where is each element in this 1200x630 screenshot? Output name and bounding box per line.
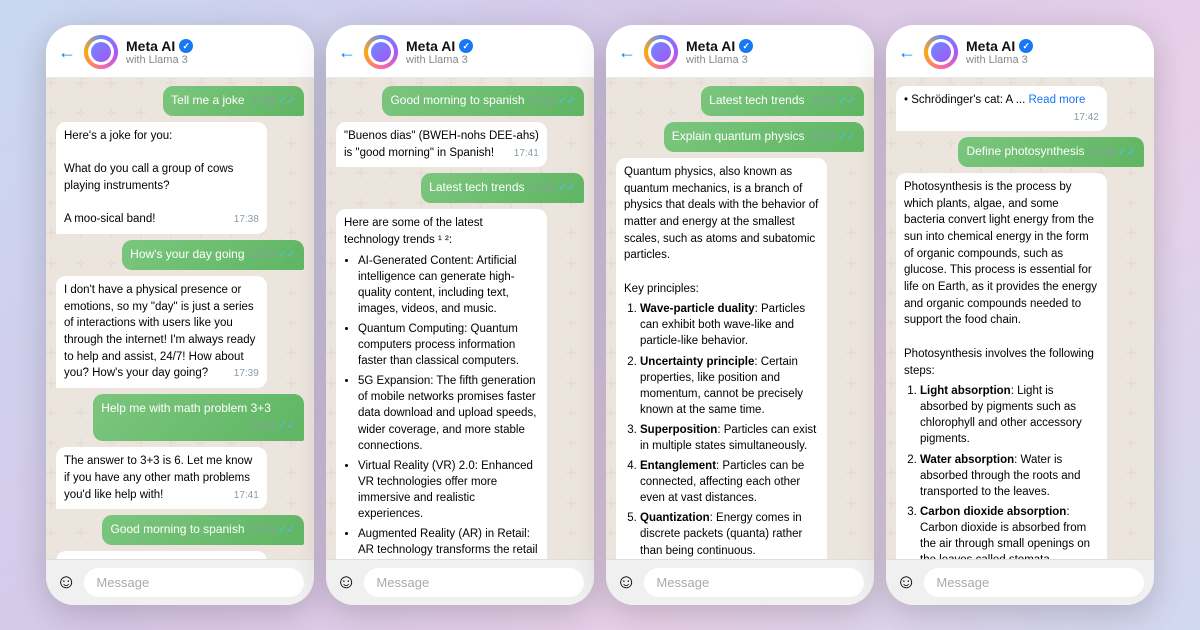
back-button-1[interactable]: ← xyxy=(58,42,76,63)
msg-latest-tech-3: Latest tech trends 17:42 ✓✓ xyxy=(701,86,864,116)
time-3: 17:39 ✓✓ xyxy=(251,248,296,264)
message-input-3[interactable]: Message xyxy=(644,568,864,597)
time-3-2: 17:42 ✓✓ xyxy=(811,130,856,146)
header-text-2: Meta AI ✓ with Llama 3 xyxy=(406,38,582,66)
chat-area-3: Latest tech trends 17:42 ✓✓ Explain quan… xyxy=(606,78,874,559)
back-button-4[interactable]: ← xyxy=(898,42,916,63)
header-text-3: Meta AI ✓ with Llama 3 xyxy=(686,38,862,66)
time-2-2: 17:41 xyxy=(514,147,539,162)
chat-footer-2: ☺ Message xyxy=(326,559,594,605)
time-2: 17:38 xyxy=(234,213,259,228)
verified-badge-3: ✓ xyxy=(739,39,753,53)
msg-define-photo: Define photosynthesis 17:43 ✓✓ xyxy=(958,137,1144,167)
back-button-3[interactable]: ← xyxy=(618,42,636,63)
chat-header-1: ← Meta AI ✓ with Llama 3 xyxy=(46,25,314,78)
chat-area-4: • Schrödinger's cat: A ... Read more 17:… xyxy=(886,78,1154,559)
avatar-3 xyxy=(644,35,678,69)
header-sub-3: with Llama 3 xyxy=(686,54,862,66)
message-input-4[interactable]: Message xyxy=(924,568,1144,597)
header-sub-1: with Llama 3 xyxy=(126,54,302,66)
phone-1: ← Meta AI ✓ with Llama 3 Tell me a joke … xyxy=(46,25,314,605)
time-3-1: 17:42 ✓✓ xyxy=(811,94,856,110)
time-2-3: 17:42 ✓✓ xyxy=(531,181,576,197)
msg-goodmorning: Good morning to spanish 17:41 ✓✓ xyxy=(102,515,304,545)
chat-footer-1: ☺ Message xyxy=(46,559,314,605)
header-sub-2: with Llama 3 xyxy=(406,54,582,66)
header-name-1: Meta AI ✓ xyxy=(126,38,302,54)
msg-howsday: How's your day going 17:39 ✓✓ xyxy=(122,240,304,270)
chat-footer-4: ☺ Message xyxy=(886,559,1154,605)
chat-area-2: Good morning to spanish 17:41 ✓✓ "Buenos… xyxy=(326,78,594,559)
msg-math-reply: The answer to 3+3 is 6. Let me know if y… xyxy=(56,447,267,509)
time-4-2: 17:43 ✓✓ xyxy=(1091,145,1136,161)
msg-photo-reply: Photosynthesis is the process by which p… xyxy=(896,173,1107,559)
header-name-2: Meta AI ✓ xyxy=(406,38,582,54)
time-5: 17:41 ✓✓ xyxy=(251,419,296,435)
msg-mathhelp: Help me with math problem 3+3 17:41 ✓✓ xyxy=(93,394,304,441)
phone-2: ← Meta AI ✓ with Llama 3 Good morning to… xyxy=(326,25,594,605)
time-2-1: 17:41 ✓✓ xyxy=(531,94,576,110)
msg-explain-quantum: Explain quantum physics 17:42 ✓✓ xyxy=(664,122,864,152)
header-name-3: Meta AI ✓ xyxy=(686,38,862,54)
avatar-4 xyxy=(924,35,958,69)
msg-goodmorning-reply: "Buenos dias" (BWEH-nohs DEE-ahs) is "go… xyxy=(56,551,267,559)
time-7: 17:41 ✓✓ xyxy=(251,523,296,539)
avatar-2 xyxy=(364,35,398,69)
chat-area-1: Tell me a joke 17:38 ✓✓ Here's a joke fo… xyxy=(46,78,314,559)
msg-latest-tech-reply: Here are some of the latest technology t… xyxy=(336,209,547,559)
msg-schrodinger-top: • Schrödinger's cat: A ... Read more 17:… xyxy=(896,86,1107,131)
avatar-1 xyxy=(84,35,118,69)
header-sub-4: with Llama 3 xyxy=(966,54,1142,66)
msg-howsday-reply: I don't have a physical presence or emot… xyxy=(56,276,267,388)
time-6: 17:41 xyxy=(234,489,259,504)
msg-tell-joke: Tell me a joke 17:38 ✓✓ xyxy=(163,86,304,116)
verified-badge-4: ✓ xyxy=(1019,39,1033,53)
time-4: 17:39 xyxy=(234,367,259,382)
msg-quantum-reply: Quantum physics, also known as quantum m… xyxy=(616,158,827,559)
time-4-1: 17:42 xyxy=(1074,111,1099,126)
verified-badge-1: ✓ xyxy=(179,39,193,53)
emoji-button-2[interactable]: ☺ xyxy=(336,571,356,594)
back-button-2[interactable]: ← xyxy=(338,42,356,63)
verified-badge-2: ✓ xyxy=(459,39,473,53)
emoji-button-4[interactable]: ☺ xyxy=(896,571,916,594)
msg-latest-tech-user: Latest tech trends 17:42 ✓✓ xyxy=(421,173,584,203)
emoji-button-1[interactable]: ☺ xyxy=(56,571,76,594)
read-more-4-top[interactable]: Read more xyxy=(1028,94,1085,106)
emoji-button-3[interactable]: ☺ xyxy=(616,571,636,594)
phone-4: ← Meta AI ✓ with Llama 3 • Schrödinger's… xyxy=(886,25,1154,605)
header-text-4: Meta AI ✓ with Llama 3 xyxy=(966,38,1142,66)
chat-footer-3: ☺ Message xyxy=(606,559,874,605)
time-1: 17:38 ✓✓ xyxy=(251,94,296,110)
chat-header-2: ← Meta AI ✓ with Llama 3 xyxy=(326,25,594,78)
msg-gms-reply-2: "Buenos dias" (BWEH-nohs DEE-ahs) is "go… xyxy=(336,122,547,167)
msg-gms-2: Good morning to spanish 17:41 ✓✓ xyxy=(382,86,584,116)
msg-joke-reply: Here's a joke for you: What do you call … xyxy=(56,122,267,234)
phone-3: ← Meta AI ✓ with Llama 3 Latest tech tre… xyxy=(606,25,874,605)
header-name-4: Meta AI ✓ xyxy=(966,38,1142,54)
header-text-1: Meta AI ✓ with Llama 3 xyxy=(126,38,302,66)
chat-header-3: ← Meta AI ✓ with Llama 3 xyxy=(606,25,874,78)
chat-header-4: ← Meta AI ✓ with Llama 3 xyxy=(886,25,1154,78)
message-input-1[interactable]: Message xyxy=(84,568,304,597)
message-input-2[interactable]: Message xyxy=(364,568,584,597)
